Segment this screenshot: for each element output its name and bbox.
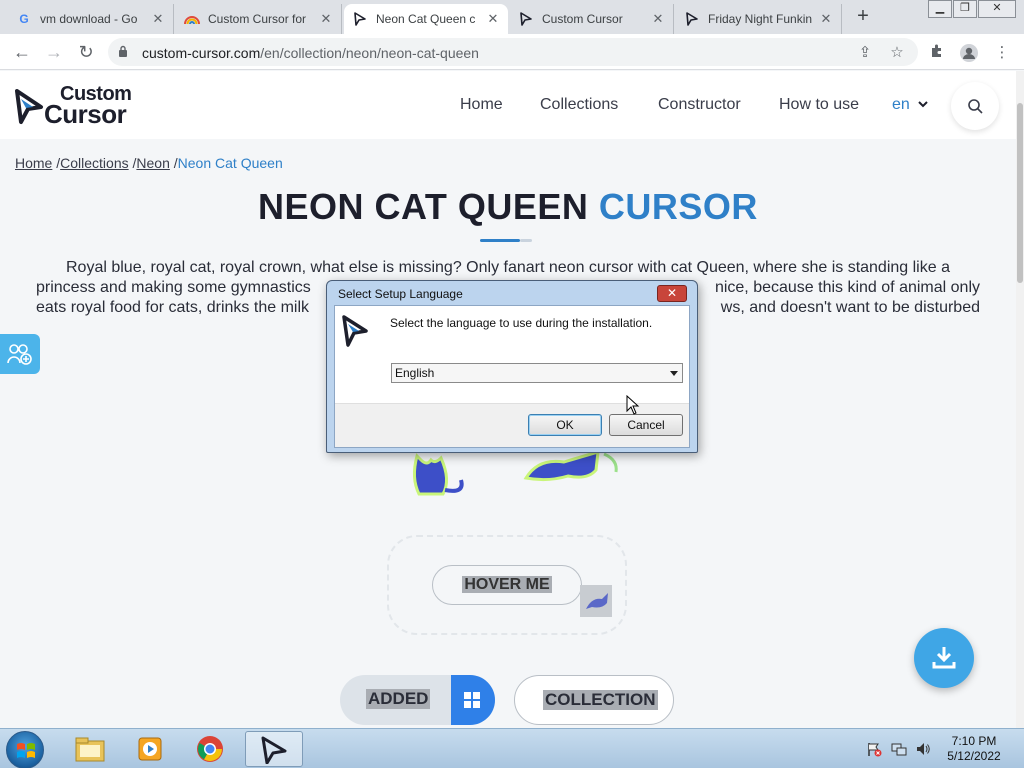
rainbow-icon (184, 11, 200, 27)
page-title: NEON CAT QUEEN CURSOR (258, 186, 758, 227)
close-tab-icon[interactable]: ✕ (651, 11, 665, 27)
start-button[interactable] (6, 731, 44, 768)
windows-taskbar: 7:10 PM 5/12/2022 (0, 728, 1024, 768)
chevron-down-icon (918, 101, 928, 108)
new-tab-button[interactable]: + (852, 6, 874, 28)
close-tab-icon[interactable]: ✕ (819, 11, 833, 27)
url-text: custom-cursor.com/en/collection/neon/neo… (142, 45, 479, 61)
tab-friday-night-funkin[interactable]: Friday Night Funkin ✕ (676, 4, 842, 34)
google-icon: G (19, 12, 29, 26)
browser-tab-strip: G vm download - Go ✕ Custom Cursor for ✕… (0, 0, 1024, 34)
language-label: en (892, 96, 910, 113)
bookmark-star-icon[interactable]: ☆ (888, 44, 906, 62)
reload-icon[interactable]: ↻ (74, 40, 98, 64)
cursor-icon (518, 11, 534, 27)
search-button[interactable] (951, 82, 999, 130)
restore-icon[interactable]: ❐ (953, 0, 977, 18)
windows-icon[interactable] (451, 675, 495, 725)
browser-toolbar: ← → ↻ custom-cursor.com/en/collection/ne… (0, 34, 1024, 70)
menu-kebab-icon[interactable]: ⋮ (992, 43, 1012, 63)
cursor-icon (352, 11, 368, 27)
close-tab-icon[interactable]: ✕ (319, 11, 333, 27)
language-select-value: English (395, 366, 435, 380)
breadcrumb-current: Neon Cat Queen (177, 155, 283, 171)
tab-neon-cat-queen[interactable]: Neon Cat Queen c ✕ (344, 4, 508, 34)
tab-title: Custom Cursor for (208, 12, 307, 26)
close-window-icon[interactable]: ✕ (978, 0, 1016, 18)
dropdown-arrow-icon (670, 371, 678, 376)
community-side-button[interactable] (0, 334, 40, 374)
breadcrumb-collections[interactable]: Collections (60, 155, 128, 171)
nav-constructor[interactable]: Constructor (658, 96, 741, 114)
breadcrumb-home[interactable]: Home (15, 155, 52, 171)
clock-date: 5/12/2022 (947, 749, 1001, 763)
nav-how-to-use[interactable]: How to use (779, 96, 859, 114)
windows-logo-icon (17, 743, 35, 758)
title-divider (480, 239, 520, 242)
search-icon (968, 99, 983, 114)
site-header: Custom Cursor Home Collections Construct… (0, 71, 1016, 139)
language-selector[interactable]: en (892, 96, 928, 114)
ok-button[interactable]: OK (528, 414, 602, 436)
profile-icon[interactable] (959, 43, 979, 63)
language-select[interactable]: English (391, 363, 683, 383)
download-button[interactable] (914, 628, 974, 688)
dialog-close-button[interactable]: ✕ (657, 285, 687, 302)
close-tab-icon[interactable]: ✕ (486, 11, 500, 27)
volume-icon[interactable] (915, 741, 931, 757)
added-button[interactable]: ADDED (340, 675, 495, 725)
cancel-button[interactable]: Cancel (609, 414, 683, 436)
minimize-icon[interactable]: ▁ (928, 0, 952, 18)
dialog-message: Select the language to use during the in… (390, 316, 653, 330)
setup-language-dialog: Select Setup Language ✕ Select the langu… (326, 280, 698, 453)
share-icon[interactable]: ⇪ (856, 44, 874, 62)
page-scrollbar[interactable] (1016, 71, 1024, 728)
custom-cursor-setup-taskbar-icon[interactable] (245, 731, 303, 767)
tab-title: Custom Cursor (542, 12, 623, 26)
tab-custom-cursor[interactable]: Custom Cursor ✕ (510, 4, 674, 34)
hover-me-button[interactable]: HOVER ME (432, 565, 582, 605)
cat-hover-cursor-icon (580, 585, 612, 617)
mouse-pointer-icon (626, 395, 640, 415)
action-center-flag-icon[interactable] (866, 741, 882, 757)
back-icon[interactable]: ← (10, 40, 34, 64)
users-add-icon (7, 344, 32, 365)
close-tab-icon[interactable]: ✕ (151, 11, 165, 27)
system-clock[interactable]: 7:10 PM 5/12/2022 (938, 734, 1010, 764)
forward-icon[interactable]: → (42, 40, 66, 64)
site-logo[interactable]: Custom Cursor (14, 83, 138, 129)
collection-button[interactable]: COLLECTION (514, 675, 674, 725)
breadcrumb: Home /Collections /Neon /Neon Cat Queen (15, 155, 283, 171)
file-explorer-taskbar-icon[interactable] (62, 731, 120, 767)
nav-collections[interactable]: Collections (540, 96, 618, 114)
breadcrumb-neon[interactable]: Neon (136, 155, 169, 171)
address-bar[interactable]: custom-cursor.com/en/collection/neon/neo… (108, 38, 918, 66)
title-divider-tail (520, 239, 532, 242)
cat-pointer-preview (523, 450, 618, 482)
tab-vm-download[interactable]: G vm download - Go ✕ (8, 4, 174, 34)
cat-cursor-preview (412, 453, 464, 496)
tab-custom-cursor-for[interactable]: Custom Cursor for ✕ (176, 4, 342, 34)
tab-title: Neon Cat Queen c (376, 12, 476, 26)
tab-title: vm download - Go (40, 12, 138, 26)
scrollbar-thumb[interactable] (1017, 103, 1023, 283)
tab-title: Friday Night Funkin (708, 12, 813, 26)
clock-time: 7:10 PM (951, 734, 997, 748)
lock-icon[interactable] (118, 45, 128, 57)
nav-home[interactable]: Home (460, 96, 503, 114)
setup-cursor-icon (342, 315, 368, 347)
dialog-body: Select the language to use during the in… (334, 305, 690, 448)
download-icon (932, 647, 956, 669)
logo-text-cursor: Cursor (44, 99, 127, 129)
cursor-icon (684, 11, 700, 27)
extensions-icon[interactable] (927, 43, 947, 63)
network-icon[interactable] (891, 741, 907, 757)
cursor-logo-icon (15, 89, 43, 124)
chrome-taskbar-icon[interactable] (182, 731, 240, 767)
dialog-title: Select Setup Language (338, 287, 463, 301)
media-player-taskbar-icon[interactable] (122, 731, 180, 767)
